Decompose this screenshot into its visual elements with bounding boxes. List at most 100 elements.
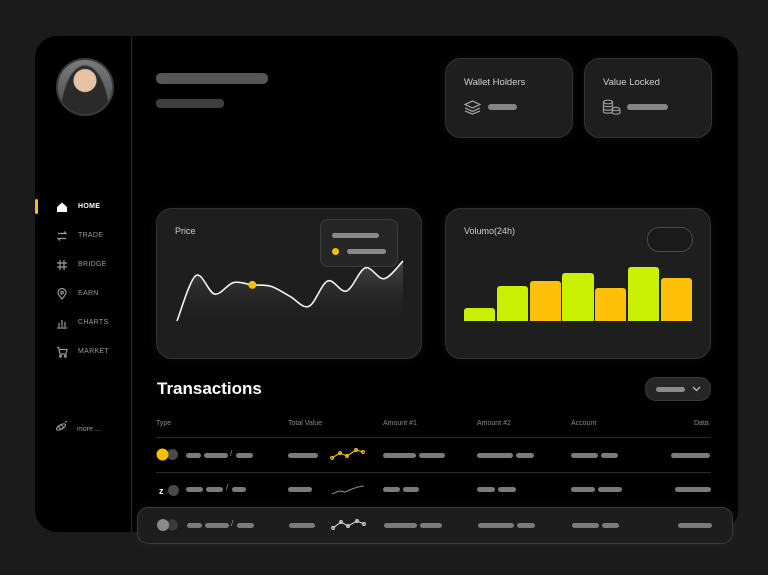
total-value-placeholder: [288, 487, 312, 492]
page-title-placeholder: [156, 73, 268, 84]
volume-chart-card[interactable]: Volumo(24h): [445, 208, 711, 359]
swap-icon: [55, 229, 69, 243]
svg-text:z: z: [159, 486, 164, 496]
wallet-holders-label: Wallet Holders: [464, 77, 526, 88]
account-placeholder: [571, 453, 598, 458]
column-header-account[interactable]: Account: [571, 420, 596, 427]
bridge-icon: [55, 258, 69, 272]
column-header-total-value[interactable]: Total Value: [288, 420, 322, 427]
volume-bar[interactable]: [464, 308, 496, 321]
sidebar-item-label: EARN: [78, 290, 99, 297]
price-line-chart: [176, 260, 404, 322]
column-header-amount-2[interactable]: Amount #2: [477, 420, 511, 427]
sidebar-item-bridge[interactable]: BRIDGE: [35, 250, 131, 279]
sidebar-item-label: TRADE: [78, 232, 104, 239]
amount-2-placeholder: [478, 523, 514, 528]
sparkline-icon: [331, 516, 367, 537]
coins-stack-icon: [602, 99, 621, 121]
page-subtitle-placeholder: [156, 99, 224, 108]
data-placeholder: [678, 523, 712, 528]
amount-2-placeholder: [477, 453, 513, 458]
sidebar-item-earn[interactable]: EARN: [35, 279, 131, 308]
more-label: more ...: [77, 425, 101, 433]
amount-1-placeholder: [383, 453, 416, 458]
sidebar-item-charts[interactable]: CHARTS: [35, 308, 131, 337]
total-value-placeholder: [289, 523, 315, 528]
account-placeholder: [602, 523, 619, 528]
type-separator: /: [231, 519, 234, 528]
type-placeholder: [186, 487, 203, 492]
account-placeholder: [601, 453, 618, 458]
type-separator: /: [226, 483, 229, 492]
data-placeholder: [671, 453, 710, 458]
volume-bar[interactable]: [529, 280, 561, 321]
account-placeholder: [572, 523, 599, 528]
cart-icon: [55, 345, 69, 359]
account-placeholder: [571, 487, 595, 492]
volume-bar-chart: [464, 249, 692, 321]
column-header-amount-1[interactable]: Amount #1: [383, 420, 417, 427]
layers-icon: [463, 100, 482, 120]
satellite-icon: [55, 420, 68, 438]
column-header-data[interactable]: Data: [694, 420, 709, 427]
token-pair-icon: [156, 448, 180, 466]
value-locked-label: Value Locked: [603, 77, 660, 88]
type-placeholder: [204, 453, 228, 458]
wallet-holders-value-placeholder: [488, 104, 517, 110]
token-pair-icon: [156, 518, 180, 537]
dropdown-value-placeholder: [655, 386, 685, 392]
type-placeholder: [237, 523, 254, 528]
chevron-down-icon: [692, 386, 701, 392]
amount-2-placeholder: [517, 523, 535, 528]
type-placeholder: [232, 487, 246, 492]
volume-bar[interactable]: [496, 286, 529, 321]
amount-1-placeholder: [420, 523, 442, 528]
amount-1-placeholder: [419, 453, 445, 458]
amount-2-placeholder: [516, 453, 534, 458]
type-placeholder: [186, 453, 201, 458]
location-pin-icon: [55, 287, 69, 301]
volume-chart-title: Volumo(24h): [464, 226, 516, 236]
sparkline-icon: [330, 481, 366, 502]
type-placeholder: [206, 487, 223, 492]
table-row-selected[interactable]: /: [137, 507, 733, 544]
volume-bar[interactable]: [660, 277, 692, 321]
home-icon: [55, 200, 69, 214]
volume-bar[interactable]: [595, 288, 627, 321]
bar-chart-icon: [55, 316, 69, 330]
column-header-type[interactable]: Type: [156, 420, 171, 427]
data-placeholder: [675, 487, 711, 492]
sidebar-item-label: HOME: [78, 203, 101, 210]
amount-2-placeholder: [498, 487, 516, 492]
volume-bar[interactable]: [627, 267, 660, 321]
transactions-title: Transactions: [157, 379, 262, 398]
more-button[interactable]: more ...: [55, 420, 101, 438]
transactions-filter-dropdown[interactable]: [645, 377, 711, 401]
type-placeholder: [187, 523, 202, 528]
type-placeholder: [205, 523, 229, 528]
sidebar-item-label: MARKET: [78, 348, 109, 355]
amount-1-placeholder: [384, 523, 417, 528]
sparkline-icon: [330, 446, 366, 467]
value-locked-card[interactable]: Value Locked: [584, 58, 712, 138]
total-value-placeholder: [288, 453, 318, 458]
token-pair-icon: z: [157, 484, 181, 502]
sidebar-item-trade[interactable]: TRADE: [35, 221, 131, 250]
account-placeholder: [598, 487, 622, 492]
price-chart-card[interactable]: Price: [156, 208, 422, 359]
volume-bar[interactable]: [562, 273, 594, 321]
avatar[interactable]: [56, 58, 114, 116]
table-row[interactable]: /: [0, 437, 768, 473]
sidebar-item-home[interactable]: HOME: [35, 192, 131, 221]
wallet-holders-card[interactable]: Wallet Holders: [445, 58, 573, 138]
type-separator: /: [230, 449, 233, 458]
sidebar-nav: HOME TRADE BRIDGE EARN CHARTS MARKET: [35, 192, 131, 366]
amount-1-placeholder: [383, 487, 400, 492]
sidebar-item-label: CHARTS: [78, 319, 109, 326]
price-highlight-point[interactable]: [248, 280, 257, 289]
sidebar-item-label: BRIDGE: [78, 261, 107, 268]
table-row[interactable]: z /: [0, 473, 768, 507]
value-locked-value-placeholder: [627, 104, 668, 110]
sidebar-item-market[interactable]: MARKET: [35, 337, 131, 366]
type-placeholder: [236, 453, 253, 458]
